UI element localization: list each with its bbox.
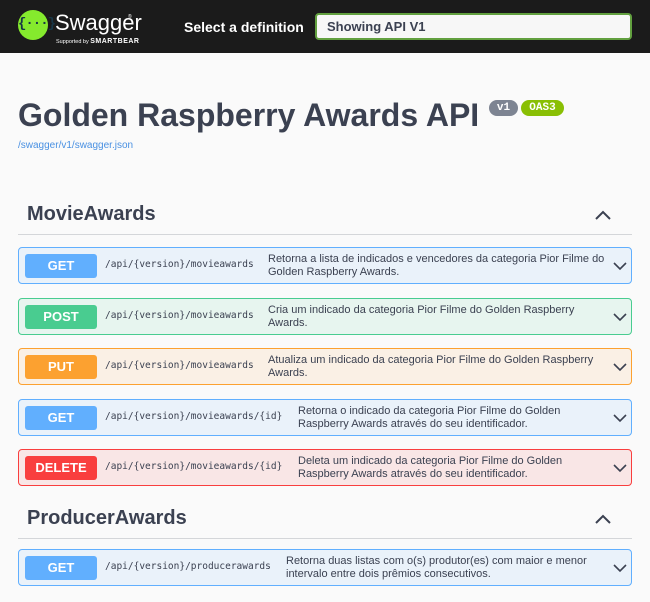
supported-by-text: Supported by SMARTBEAR	[56, 38, 139, 45]
operation-post-movieawards[interactable]: POST /api/{version}/movieawards Cria um …	[18, 298, 632, 335]
definition-select[interactable]: Showing API V1	[315, 13, 632, 40]
swagger-logo[interactable]: {···} Swagger ® Supported by SMARTBEAR	[18, 8, 148, 46]
operation-summary: Retorna duas listas com o(s) produtor(es…	[286, 555, 587, 580]
operation-path: /api/{version}/movieawards/{id}	[105, 411, 283, 422]
chevron-down-icon[interactable]	[613, 362, 627, 372]
operation-path: /api/{version}/movieawards	[105, 360, 254, 371]
version-badge: v1	[489, 100, 518, 116]
operation-delete-movieawards-id[interactable]: DELETE /api/{version}/movieawards/{id} D…	[18, 449, 632, 486]
tag-header-producerawards[interactable]: ProducerAwards	[18, 503, 632, 539]
operation-path: /api/{version}/movieawards	[105, 310, 254, 321]
chevron-down-icon[interactable]	[613, 563, 627, 573]
swagger-logo-icon: {···}	[18, 10, 56, 40]
method-badge: GET	[25, 406, 97, 430]
chevron-down-icon[interactable]	[613, 413, 627, 423]
operation-path: /api/{version}/movieawards/{id}	[105, 461, 283, 472]
method-badge: DELETE	[25, 456, 97, 480]
operation-path: /api/{version}/movieawards	[105, 259, 254, 270]
operation-summary: Retorna o indicado da categoria Pior Fil…	[298, 405, 561, 430]
operation-put-movieawards[interactable]: PUT /api/{version}/movieawards Atualiza …	[18, 348, 632, 385]
chevron-up-icon[interactable]	[594, 208, 612, 222]
smartbear-brand: SMARTBEAR	[90, 38, 140, 45]
method-badge: GET	[25, 556, 97, 580]
chevron-up-icon[interactable]	[594, 512, 612, 526]
operation-path: /api/{version}/producerawards	[105, 561, 271, 572]
oas-badge: OAS3	[521, 100, 564, 116]
operation-summary: Atualiza um indicado da categoria Pior F…	[268, 354, 594, 379]
page-title: Golden Raspberry Awards API	[18, 97, 480, 133]
method-badge: POST	[25, 305, 97, 329]
operation-summary: Cria um indicado da categoria Pior Filme…	[268, 304, 575, 329]
supported-prefix: Supported by	[56, 39, 89, 45]
operation-summary: Deleta um indicado da categoria Pior Fil…	[298, 455, 563, 480]
tag-name: ProducerAwards	[27, 507, 187, 529]
chevron-down-icon[interactable]	[613, 312, 627, 322]
definition-label: Select a definition	[184, 19, 304, 35]
spec-url-link[interactable]: /swagger/v1/swagger.json	[18, 140, 133, 151]
chevron-down-icon[interactable]	[613, 463, 627, 473]
definition-select-value: Showing API V1	[327, 19, 426, 34]
operation-get-producerawards[interactable]: GET /api/{version}/producerawards Retorn…	[18, 549, 632, 586]
tag-header-movieawards[interactable]: MovieAwards	[18, 199, 632, 235]
method-badge: GET	[25, 254, 97, 278]
operation-get-movieawards-id[interactable]: GET /api/{version}/movieawards/{id} Reto…	[18, 399, 632, 436]
trademark-mark: ®	[128, 14, 132, 20]
operation-get-movieawards[interactable]: GET /api/{version}/movieawards Retorna a…	[18, 247, 632, 284]
tag-name: MovieAwards	[27, 203, 156, 225]
operation-summary: Retorna a lista de indicados e vencedore…	[268, 253, 605, 278]
topbar: {···} Swagger ® Supported by SMARTBEAR S…	[0, 0, 650, 53]
chevron-down-icon[interactable]	[613, 261, 627, 271]
method-badge: PUT	[25, 355, 97, 379]
